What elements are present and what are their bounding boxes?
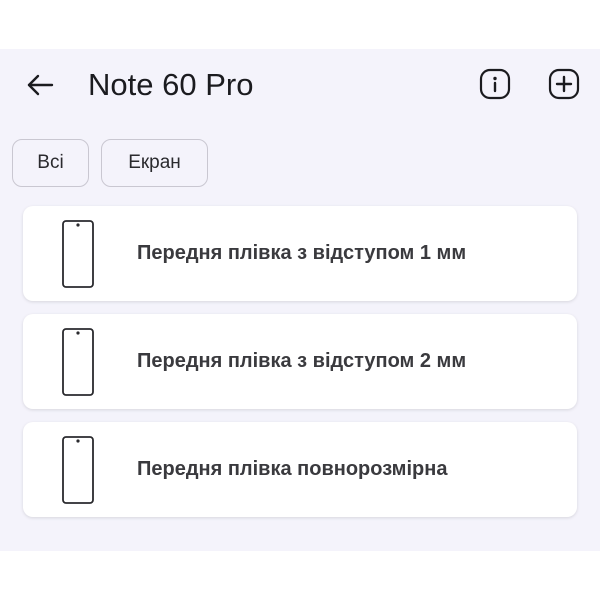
filter-chip-all[interactable]: Всі	[12, 139, 89, 187]
list-item-label: Передня плівка з відступом 2 мм	[137, 350, 467, 372]
info-button[interactable]	[478, 67, 512, 101]
list-item[interactable]: Передня плівка з відступом 1 мм	[23, 206, 577, 301]
page-title: Note 60 Pro	[88, 67, 254, 102]
app-header: Note 60 Pro	[0, 49, 600, 121]
list-item[interactable]: Передня плівка з відступом 2 мм	[23, 314, 577, 409]
phone-outline-icon	[62, 436, 94, 504]
app-screen: Note 60 Pro Всі Екран Передня плівка з в…	[0, 49, 600, 551]
phone-outline-icon	[62, 328, 94, 396]
add-button[interactable]	[547, 67, 581, 101]
list-item-label: Передня плівка повнорозмірна	[137, 458, 448, 480]
info-icon	[479, 68, 511, 100]
filter-chips: Всі Екран	[0, 139, 600, 191]
arrow-left-icon	[27, 74, 54, 96]
list-item[interactable]: Передня плівка повнорозмірна	[23, 422, 577, 517]
phone-outline-icon	[62, 220, 94, 288]
filter-chip-screen[interactable]: Екран	[101, 139, 208, 187]
list-item-label: Передня плівка з відступом 1 мм	[137, 242, 467, 264]
add-icon	[548, 68, 580, 100]
back-button[interactable]	[24, 69, 56, 101]
